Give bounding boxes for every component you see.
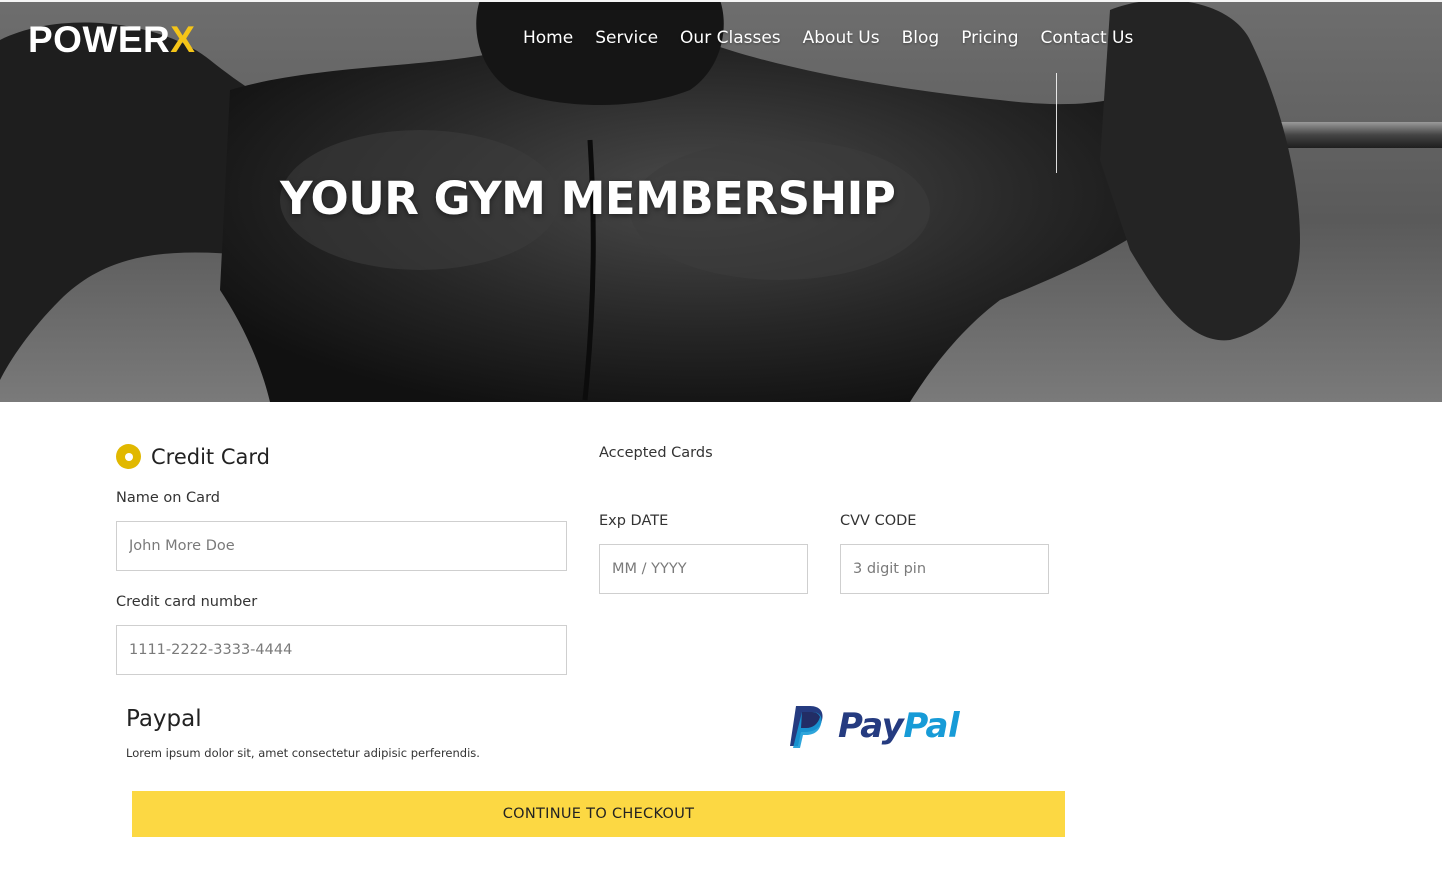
cvv-code-label: CVV CODE <box>840 513 917 529</box>
paypal-wordmark-pay: Pay <box>838 706 904 746</box>
nav-link-blog[interactable]: Blog <box>891 24 951 52</box>
continue-to-checkout-button[interactable]: CONTINUE TO CHECKOUT <box>132 791 1065 837</box>
card-number-input[interactable] <box>116 625 567 675</box>
nav-link-service[interactable]: Service <box>584 24 669 52</box>
nav-link-home[interactable]: Home <box>512 24 584 52</box>
name-on-card-label: Name on Card <box>116 490 220 506</box>
exp-date-input[interactable] <box>599 544 808 594</box>
page-title: YOUR GYM MEMBERSHIP <box>280 172 896 225</box>
logo-text: POWER <box>28 19 171 60</box>
accepted-cards-label: Accepted Cards <box>599 445 713 461</box>
paypal-option-description: Lorem ipsum dolor sit, amet consectetur … <box>126 746 480 760</box>
cvv-code-input[interactable] <box>840 544 1049 594</box>
site-logo[interactable]: POWERX <box>28 18 195 62</box>
nav-link-about-us[interactable]: About Us <box>792 24 891 52</box>
nav-link-contact-us[interactable]: Contact Us <box>1030 24 1145 52</box>
paypal-option-title[interactable]: Paypal <box>126 706 202 732</box>
nav-link-pricing[interactable]: Pricing <box>950 24 1029 52</box>
card-number-label: Credit card number <box>116 594 258 610</box>
nav-divider <box>1056 73 1057 173</box>
name-on-card-input[interactable] <box>116 521 567 571</box>
main-navigation: Home Service Our Classes About Us Blog P… <box>512 24 1144 52</box>
credit-card-option[interactable]: Credit Card <box>116 444 270 469</box>
paypal-logo: PayPal <box>788 704 960 748</box>
paypal-logo-icon <box>790 706 823 748</box>
paypal-wordmark-pal: Pal <box>903 706 960 746</box>
logo-accent-text: X <box>170 19 196 60</box>
paypal-wordmark: PayPal <box>838 704 960 748</box>
top-border <box>0 0 1442 2</box>
exp-date-label: Exp DATE <box>599 513 669 529</box>
radio-selected-icon[interactable] <box>116 444 141 469</box>
credit-card-option-label: Credit Card <box>151 444 270 469</box>
nav-link-our-classes[interactable]: Our Classes <box>669 24 792 52</box>
hero-banner: POWERX Home Service Our Classes About Us… <box>0 0 1442 402</box>
